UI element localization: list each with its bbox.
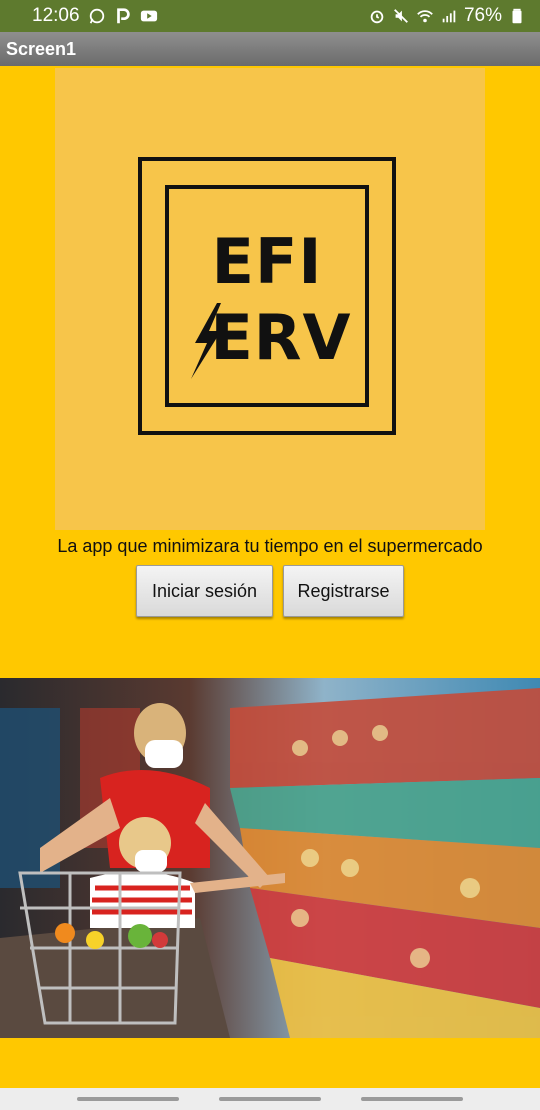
nav-home-button[interactable] [219, 1097, 321, 1101]
nav-back-button[interactable] [361, 1097, 463, 1101]
alarm-icon [370, 10, 384, 24]
supermarket-photo [0, 678, 540, 1038]
mute-icon [394, 9, 408, 23]
screen-title: Screen1 [6, 39, 77, 59]
login-button[interactable]: Iniciar sesión [136, 565, 273, 617]
register-button[interactable]: Registrarse [283, 565, 404, 617]
title-bar: Screen1 [0, 32, 540, 66]
logo-outer-frame: EFI ERV [138, 157, 396, 435]
parking-icon [116, 8, 130, 24]
status-bar: 12:06 76% [0, 0, 540, 32]
status-time: 12:06 [32, 5, 80, 26]
navigation-bar [0, 1088, 540, 1110]
logo-panel: EFI ERV [55, 68, 485, 530]
whatsapp-icon [89, 8, 104, 24]
battery-icon [512, 8, 522, 24]
tagline: La app que minimizara tu tiempo en el su… [57, 536, 483, 556]
youtube-icon [140, 10, 157, 22]
signal-icon [442, 10, 456, 23]
wifi-icon [417, 10, 433, 23]
logo-text-line1: EFI [211, 225, 323, 298]
battery-percent: 76% [463, 5, 502, 26]
nav-recent-button[interactable] [77, 1097, 179, 1101]
logo-inner-frame: EFI ERV [165, 185, 369, 407]
logo-text-line2: ERV [210, 301, 352, 374]
